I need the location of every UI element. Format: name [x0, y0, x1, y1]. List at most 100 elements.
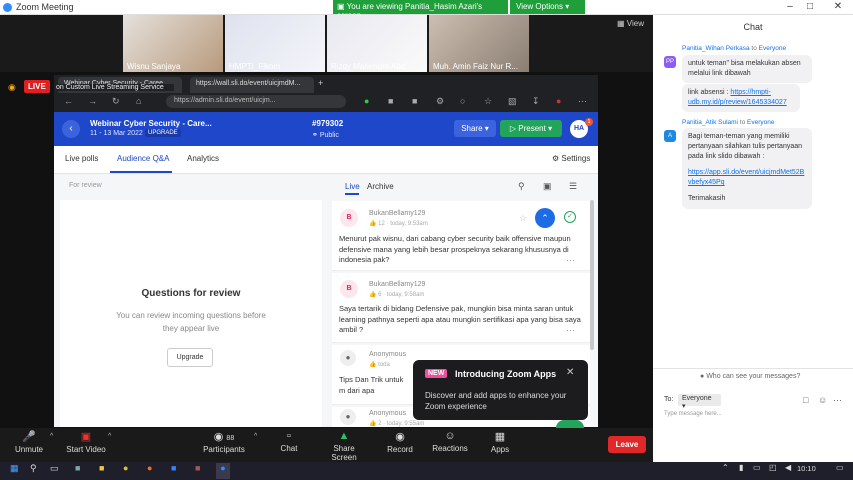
view-button[interactable]: ▦ View: [617, 19, 644, 28]
back-button[interactable]: ‹: [62, 120, 80, 138]
minimize-icon[interactable]: –: [783, 1, 797, 12]
filter-icon[interactable]: ☰: [569, 181, 577, 192]
new-tab-icon[interactable]: +: [318, 78, 323, 88]
slido-link[interactable]: https://app.sli.do/event/uicjmdMet52Bvbe…: [688, 168, 806, 188]
like-icon[interactable]: 👍: [369, 221, 376, 227]
recipient-value: Everyone: [682, 395, 712, 402]
reload-icon[interactable]: ↻: [112, 96, 120, 107]
scrollbar[interactable]: [590, 200, 594, 350]
download-icon[interactable]: ↧: [532, 96, 540, 107]
fab-button[interactable]: [556, 420, 584, 428]
tray-chevron-icon[interactable]: ⌃: [722, 463, 729, 472]
firefox-icon[interactable]: ●: [147, 463, 152, 473]
avatar: PP: [664, 56, 676, 68]
tab-archive[interactable]: Archive: [367, 182, 394, 191]
app-icon[interactable]: ■: [75, 463, 80, 473]
notifications-icon[interactable]: ▭: [836, 463, 844, 472]
question-text: Saya tertarik di bidang Defensive pak, m…: [339, 304, 581, 334]
more-options-icon[interactable]: ⋯: [566, 255, 575, 266]
highlight-button[interactable]: ⌃: [535, 208, 555, 228]
search-icon[interactable]: ⚲: [518, 181, 525, 192]
chrome-icon[interactable]: ●: [123, 463, 128, 473]
clock[interactable]: 10:10: [797, 464, 816, 473]
tab-audience-qa[interactable]: Audience Q&A: [117, 154, 169, 163]
approve-icon[interactable]: ✓: [564, 211, 576, 223]
emoji-icon[interactable]: ☺: [818, 395, 827, 405]
participant-thumbnail[interactable]: Muh. Amin Faiz Nur R...: [429, 15, 529, 72]
message-input[interactable]: Type message here...: [664, 411, 844, 417]
extension-icon[interactable]: ●: [364, 96, 369, 106]
browser-menu-icon[interactable]: ⋯: [578, 96, 587, 107]
participant-thumbnail[interactable]: Rizqy Mahendra Abd...: [327, 15, 427, 72]
like-icon[interactable]: 👍: [369, 292, 376, 298]
folder-icon[interactable]: ■: [99, 463, 104, 473]
chat-message: untuk teman" bisa melakukan absen melalu…: [682, 55, 812, 83]
more-icon[interactable]: ⋯: [833, 395, 842, 406]
caret-up-icon[interactable]: ^: [254, 433, 257, 440]
recipient-dropdown[interactable]: Everyone ▾: [678, 394, 721, 410]
message-text: Terimakasih: [688, 195, 726, 202]
question-time: toda: [378, 362, 390, 368]
wifi-icon[interactable]: ◰: [769, 463, 777, 472]
tab-live-polls[interactable]: Live polls: [65, 154, 98, 163]
view-options-button[interactable]: View Options ▾: [510, 0, 585, 14]
unmute-button[interactable]: 🎤 Unmute: [12, 430, 46, 454]
file-icon[interactable]: □: [803, 395, 808, 405]
profile-icon[interactable]: ●: [556, 96, 561, 106]
browser-tab-active[interactable]: https://wall.sli.do/event/uicjmdM...: [190, 77, 314, 93]
mic-icon[interactable]: ▮: [739, 463, 743, 472]
battery-icon[interactable]: ▭: [753, 463, 761, 472]
leave-button[interactable]: Leave: [608, 436, 646, 453]
bookmark-star-icon[interactable]: ☆: [484, 96, 492, 107]
popup-close-icon[interactable]: ✕: [566, 367, 574, 378]
extension-icon[interactable]: ○: [460, 96, 465, 106]
back-icon[interactable]: ←: [64, 96, 73, 106]
caret-up-icon[interactable]: ^: [108, 433, 111, 440]
more-options-icon[interactable]: ⋯: [566, 325, 575, 336]
app-icon[interactable]: ■: [171, 463, 176, 473]
who-can-see-link[interactable]: ● Who can see your messages?: [700, 373, 800, 380]
participant-thumbnail[interactable]: Wisnu Sanjaya: [123, 15, 223, 72]
settings-icon[interactable]: ⚙: [436, 96, 444, 107]
chat-button[interactable]: ▫ Chat: [277, 430, 301, 453]
participants-button[interactable]: ◉ 88 Participants: [202, 430, 246, 454]
address-bar[interactable]: https://admin.sli.do/event/uicjm...: [166, 95, 346, 108]
popup-title: Introducing Zoom Apps: [455, 369, 557, 379]
forward-icon[interactable]: →: [88, 96, 97, 106]
start-video-button[interactable]: ▣ Start Video: [66, 430, 106, 454]
zoom-taskbar-icon[interactable]: ●: [216, 463, 230, 479]
share-screen-button[interactable]: ▲ Share Screen: [320, 430, 368, 462]
question-time: today, 9:53am: [390, 221, 428, 227]
apps-button[interactable]: ▦ Apps: [489, 430, 511, 454]
maximize-icon[interactable]: □: [803, 1, 817, 12]
collections-icon[interactable]: ▧: [508, 96, 517, 107]
star-icon[interactable]: ☆: [519, 213, 527, 224]
search-icon[interactable]: ⚲: [30, 463, 37, 474]
export-icon[interactable]: ▣: [543, 181, 552, 192]
message-text: link absensi :: [688, 89, 731, 96]
popup-description: Discover and add apps to enhance your Zo…: [425, 391, 567, 411]
share-button[interactable]: Share ▾: [454, 120, 496, 137]
tab-live[interactable]: Live: [345, 182, 360, 191]
reactions-button[interactable]: ☺ Reactions: [432, 430, 468, 453]
participant-thumbnail[interactable]: HMPTI_Fikom: [225, 15, 325, 72]
upgrade-button[interactable]: Upgrade: [167, 348, 213, 367]
zoom-logo-icon: [3, 3, 12, 12]
home-icon[interactable]: ⌂: [136, 96, 141, 106]
upgrade-tag[interactable]: UPGRADE: [145, 129, 181, 137]
app-icon[interactable]: ■: [195, 463, 200, 473]
present-button[interactable]: ▷ Present ▾: [500, 120, 562, 137]
close-icon[interactable]: ✕: [831, 1, 845, 12]
extension-icon[interactable]: ■: [388, 96, 393, 106]
like-icon[interactable]: 👍: [369, 421, 376, 427]
tab-analytics[interactable]: Analytics: [187, 154, 219, 163]
share-screen-label: Share Screen: [331, 444, 357, 462]
record-button[interactable]: ◉ Record: [386, 430, 414, 454]
task-view-icon[interactable]: ▭: [50, 463, 59, 474]
caret-up-icon[interactable]: ^: [50, 433, 53, 440]
windows-start-icon[interactable]: ▦: [10, 463, 19, 474]
like-icon[interactable]: 👍: [369, 362, 376, 368]
settings-button[interactable]: ⚙ Settings: [552, 154, 590, 163]
volume-icon[interactable]: ◀: [785, 463, 791, 472]
extension-icon[interactable]: ■: [412, 96, 417, 106]
